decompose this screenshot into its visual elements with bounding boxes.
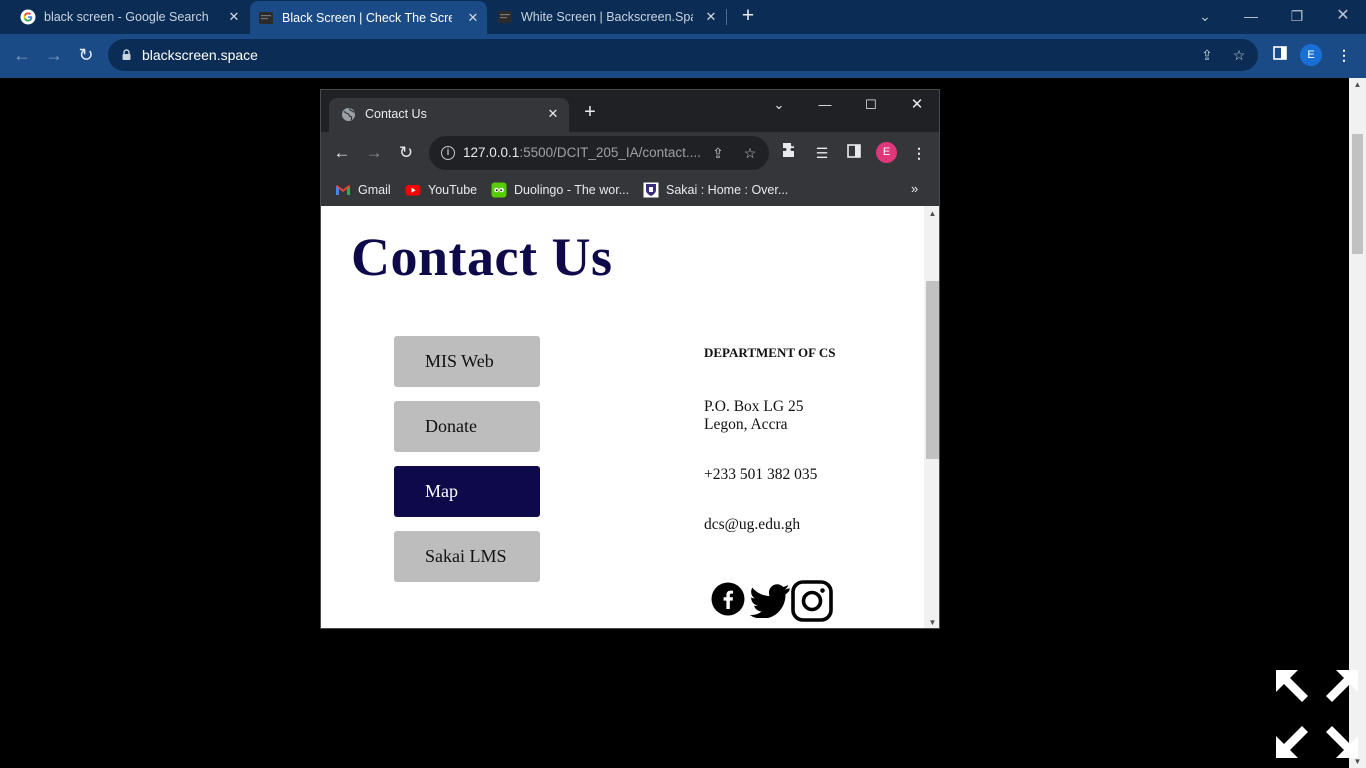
share-icon[interactable]: ⇪	[709, 144, 727, 162]
close-window-icon[interactable]: ✕	[1320, 0, 1366, 34]
address-line-2: Legon, Accra	[704, 416, 788, 433]
mis-web-button[interactable]: MIS Web	[394, 336, 540, 387]
twitter-icon[interactable]	[749, 584, 791, 618]
scroll-down-arrow-icon[interactable]: ▼	[924, 618, 939, 627]
outer-tab-black-screen[interactable]: Black Screen | Check The Screen ✕	[250, 1, 487, 34]
sakai-lms-button[interactable]: Sakai LMS	[394, 531, 540, 582]
info-icon[interactable]: i	[441, 146, 455, 160]
bookmark-label: Sakai : Home : Over...	[666, 183, 789, 197]
inner-toolbar: ← → ↻ i 127.0.0.1:5500/DCIT_205_IA/conta…	[321, 132, 939, 174]
outer-tab-title: black screen - Google Search	[44, 10, 209, 24]
toolbar-divider	[0, 76, 1366, 78]
new-tab-button[interactable]: +	[737, 5, 759, 28]
map-button[interactable]: Map	[394, 466, 540, 517]
bookmarks-bar: Gmail YouTube Duolingo - The wor... Saka…	[321, 174, 939, 206]
lock-icon	[122, 49, 131, 60]
bookmark-star-icon[interactable]: ☆	[741, 144, 759, 162]
back-arrow-icon[interactable]: ←	[9, 42, 35, 68]
address-line-1: P.O. Box LG 25	[704, 398, 804, 415]
outer-toolbar: ← → ↻ blackscreen.space ⇪ ☆ ⋮	[0, 34, 1366, 76]
minimize-icon[interactable]: —	[805, 92, 845, 120]
extensions-puzzle-icon[interactable]	[779, 142, 801, 164]
side-panel-icon[interactable]	[1268, 43, 1292, 67]
restore-icon[interactable]: ❐	[1274, 0, 1320, 34]
outer-tab-strip: black screen - Google Search ✕ Black Scr…	[0, 0, 1366, 34]
instagram-icon[interactable]	[791, 580, 833, 622]
tab-search-icon[interactable]: ⌄	[759, 92, 799, 120]
bookmark-sakai[interactable]: Sakai : Home : Over...	[643, 181, 788, 199]
close-icon[interactable]: ✕	[703, 9, 719, 25]
gmail-icon	[336, 185, 350, 195]
inner-menu-icon[interactable]: ⋮	[908, 142, 930, 164]
close-icon[interactable]: ✕	[545, 106, 561, 122]
outer-url-text: blackscreen.space	[142, 47, 258, 63]
side-panel-icon[interactable]	[843, 142, 865, 164]
outer-address-bar[interactable]: blackscreen.space ⇪ ☆	[108, 39, 1258, 71]
inner-tab-contact-us[interactable]: Contact Us ✕	[329, 98, 569, 132]
donate-button[interactable]: Donate	[394, 401, 540, 452]
minimize-icon[interactable]: —	[1228, 0, 1274, 34]
page-title: Contact Us	[351, 227, 613, 287]
bookmark-gmail[interactable]: Gmail	[335, 181, 391, 199]
screen-site-icon	[259, 11, 273, 24]
bookmark-youtube[interactable]: YouTube	[405, 181, 477, 199]
facebook-icon[interactable]	[711, 582, 745, 616]
bookmark-duolingo[interactable]: Duolingo - The wor...	[491, 181, 629, 199]
outer-tab-title: Black Screen | Check The Screen	[282, 10, 452, 25]
bookmark-star-icon[interactable]: ☆	[1230, 46, 1248, 64]
outer-tab-google-search[interactable]: black screen - Google Search ✕	[12, 0, 248, 34]
google-g-icon	[20, 9, 36, 25]
close-icon[interactable]: ✕	[465, 10, 481, 26]
inner-url-text: 127.0.0.1:5500/DCIT_205_IA/contact....	[463, 145, 701, 160]
inner-address-bar[interactable]: i 127.0.0.1:5500/DCIT_205_IA/contact....…	[429, 136, 769, 170]
globe-icon	[341, 107, 356, 122]
scroll-up-arrow-icon[interactable]: ▲	[924, 209, 939, 218]
sakai-icon	[643, 182, 659, 198]
inner-tab-title: Contact Us	[365, 107, 427, 121]
contact-page: Contact Us MIS Web Donate Map Sakai LMS …	[321, 206, 924, 628]
youtube-icon	[405, 185, 421, 196]
scrollbar-thumb[interactable]	[1352, 134, 1363, 254]
back-arrow-icon[interactable]: ←	[331, 142, 353, 164]
inner-browser-window: Contact Us ✕ + ⌄ — ☐ ✕ ← → ↻ i 127.0.0.1…	[320, 89, 940, 629]
media-queue-icon[interactable]: ☰	[811, 142, 833, 164]
forward-arrow-icon[interactable]: →	[41, 42, 67, 68]
duolingo-icon	[491, 182, 507, 198]
outer-profile-avatar[interactable]: E	[1300, 44, 1322, 66]
reload-icon[interactable]: ↻	[73, 42, 99, 68]
maximize-icon[interactable]: ☐	[851, 92, 891, 120]
department-heading: DEPARTMENT OF CS	[704, 345, 836, 360]
fullscreen-arrows-icon[interactable]	[1268, 664, 1358, 764]
close-window-icon[interactable]: ✕	[897, 92, 937, 120]
tab-separator	[726, 9, 727, 25]
reload-icon[interactable]: ↻	[395, 142, 417, 164]
bookmark-label: YouTube	[428, 183, 478, 197]
bookmarks-overflow-icon[interactable]: »	[911, 181, 918, 196]
outer-tab-title: White Screen | Backscreen.Space	[521, 10, 693, 24]
bookmark-label: Duolingo - The wor...	[514, 183, 630, 197]
inner-tab-strip: Contact Us ✕ + ⌄ — ☐ ✕	[321, 90, 939, 132]
email-address: dcs@ug.edu.gh	[704, 516, 801, 533]
scroll-up-arrow-icon[interactable]: ▲	[1349, 80, 1366, 89]
scrollbar-thumb[interactable]	[926, 281, 939, 459]
share-icon[interactable]: ⇪	[1198, 46, 1216, 64]
outer-menu-icon[interactable]: ⋮	[1332, 43, 1356, 67]
phone-number: +233 501 382 035	[704, 466, 818, 483]
close-icon[interactable]: ✕	[226, 9, 242, 25]
tab-search-icon[interactable]: ⌄	[1182, 0, 1228, 34]
forward-arrow-icon[interactable]: →	[363, 142, 385, 164]
new-tab-button[interactable]: +	[581, 102, 599, 122]
screen-site-icon	[498, 11, 512, 23]
inner-page-scrollbar[interactable]: ▲ ▼	[924, 206, 939, 628]
inner-profile-avatar[interactable]: E	[876, 142, 897, 163]
bookmark-label: Gmail	[358, 183, 391, 197]
outer-tab-white-screen[interactable]: White Screen | Backscreen.Space ✕	[489, 0, 725, 34]
